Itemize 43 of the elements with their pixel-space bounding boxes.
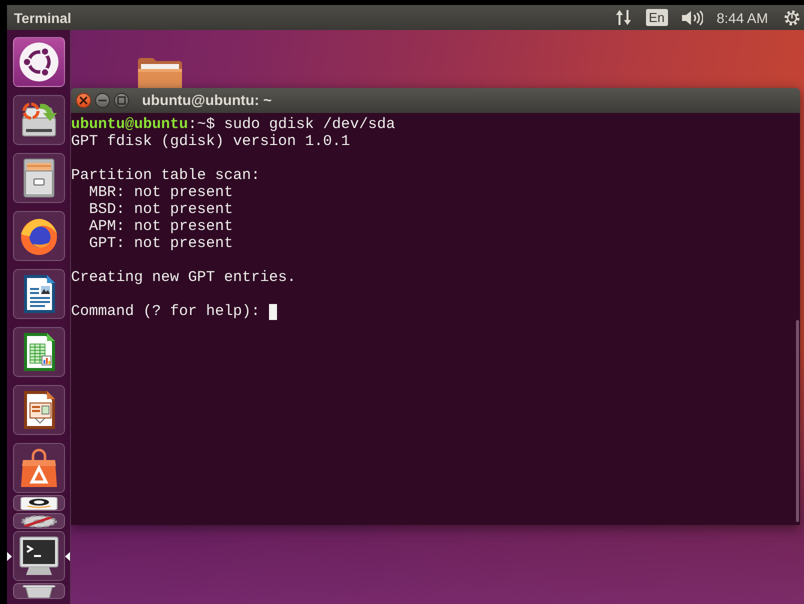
- launcher-item[interactable]: [12, 443, 64, 493]
- output-line: Partition table scan:: [71, 167, 262, 184]
- keyboard-layout-indicator[interactable]: En: [646, 9, 668, 26]
- launcher-item[interactable]: [12, 211, 64, 261]
- launcher-item[interactable]: [12, 153, 64, 203]
- launcher-item[interactable]: [12, 269, 64, 319]
- output-line: GPT: not present: [89, 235, 234, 252]
- command-line: ubuntu@ubuntu:~$ sudo gdisk /dev/sda: [71, 116, 396, 133]
- output-line: Creating new GPT entries.: [71, 269, 298, 286]
- launcher-item[interactable]: [12, 95, 64, 145]
- trash-icon: [20, 584, 58, 598]
- window-title: ubuntu@ubuntu: ~: [142, 92, 272, 108]
- shopping-bag-icon: [18, 448, 58, 488]
- close-icon: [79, 96, 88, 105]
- launcher-item[interactable]: [12, 531, 64, 581]
- launcher-item[interactable]: [12, 327, 64, 377]
- launcher-item[interactable]: [12, 513, 64, 529]
- volume-icon[interactable]: [680, 10, 703, 26]
- launcher-item[interactable]: [12, 385, 64, 435]
- gear-wrench-icon: [20, 514, 58, 528]
- smile-logo-icon: [20, 496, 58, 510]
- launcher-item[interactable]: [12, 583, 64, 599]
- app-title: Terminal: [14, 10, 72, 26]
- input-prompt: Command (? for help):: [71, 303, 260, 320]
- folder-icon[interactable]: [137, 57, 183, 88]
- text-cursor: [269, 304, 278, 320]
- output-line: MBR: not present: [89, 184, 234, 201]
- minimize-button[interactable]: [95, 93, 110, 108]
- circle-logo-icon: [18, 42, 58, 82]
- launcher-item[interactable]: [12, 495, 64, 511]
- transfer-arrows-icon[interactable]: [614, 9, 632, 26]
- output-line: APM: not present: [89, 218, 234, 235]
- launcher-item[interactable]: [12, 37, 64, 87]
- output-line: GPT fdisk (gdisk) version 1.0.1: [71, 133, 352, 150]
- terminal-icon: [18, 536, 58, 576]
- globe-icon: [18, 216, 58, 256]
- maximize-icon: [117, 96, 126, 105]
- clock[interactable]: 8:44 AM: [716, 10, 768, 26]
- maximize-button[interactable]: [114, 93, 129, 108]
- output-line: BSD: not present: [89, 201, 234, 218]
- close-button[interactable]: [76, 93, 91, 108]
- gear-icon[interactable]: [784, 10, 800, 26]
- scrollbar[interactable]: [796, 320, 799, 522]
